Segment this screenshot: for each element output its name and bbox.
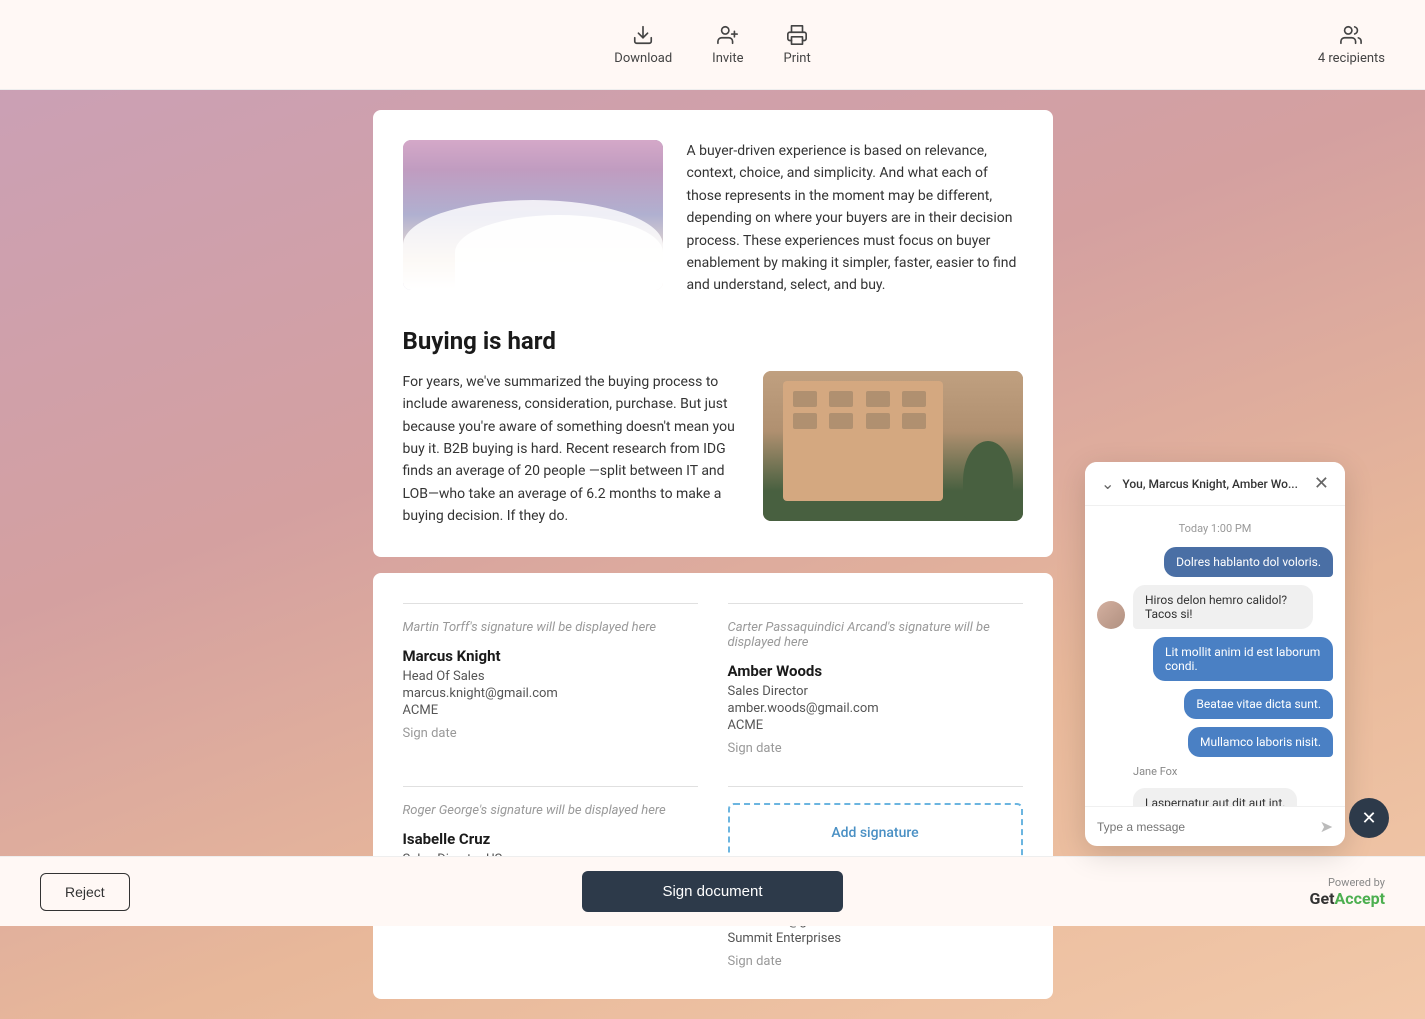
window-2 xyxy=(829,391,853,407)
invite-label: Invite xyxy=(712,51,743,66)
window-1 xyxy=(793,391,817,407)
sig2-role: Sales Director xyxy=(728,684,1023,699)
bubble-5: Mullamco laboris nisit. xyxy=(1188,727,1333,757)
intro-text: A buyer-driven experience is based on re… xyxy=(687,140,1023,297)
chat-collapse-icon[interactable]: ⌄ xyxy=(1101,474,1114,493)
window-3 xyxy=(866,391,890,407)
bubble-6: Laspernatur aut dit aut int. xyxy=(1133,788,1297,806)
sig3-placeholder: Roger George's signature will be display… xyxy=(403,803,698,818)
tree-visual xyxy=(963,441,1013,521)
message-2: Hiros delon hemro calidol? Tacos si! xyxy=(1097,585,1333,629)
cloud-shape-2 xyxy=(455,215,663,290)
send-icon[interactable]: ➤ xyxy=(1320,817,1333,836)
add-signature-button[interactable]: Add signature xyxy=(728,803,1023,863)
chat-body: Today 1:00 PM Dolres hablanto dol volori… xyxy=(1085,506,1345,806)
building-visual xyxy=(763,371,1023,521)
bottom-bar: Reject Sign document Powered by GetAccep… xyxy=(0,856,1425,926)
sig1-date: Sign date xyxy=(403,726,698,741)
message-3: Lit mollit anim id est laborum condi. xyxy=(1097,637,1333,681)
reject-button[interactable]: Reject xyxy=(40,873,130,911)
invite-button[interactable]: Invite xyxy=(712,23,743,66)
recipients-button[interactable]: 4 recipients xyxy=(1318,23,1385,66)
signature-card: Martin Torff's signature will be display… xyxy=(373,573,1053,999)
print-button[interactable]: Print xyxy=(784,23,811,66)
powered-by: Powered by GetAccept xyxy=(1310,876,1385,908)
sig1-placeholder: Martin Torff's signature will be display… xyxy=(403,620,698,635)
window-5 xyxy=(793,413,817,429)
float-close-icon: ✕ xyxy=(1361,808,1376,829)
intro-top: A buyer-driven experience is based on re… xyxy=(403,140,1023,297)
message-5: Mullamco laboris nisit. xyxy=(1097,727,1333,757)
sig1-name: Marcus Knight xyxy=(403,647,698,665)
sig2-name: Amber Woods xyxy=(728,662,1023,680)
recipients-icon xyxy=(1339,23,1363,47)
cloud-image xyxy=(403,140,663,290)
jane-fox-label: Jane Fox xyxy=(1097,765,1333,780)
section-row: For years, we've summarized the buying p… xyxy=(403,371,1023,528)
sig2-company: ACME xyxy=(728,718,1023,733)
building-image xyxy=(763,371,1023,521)
chat-timestamp: Today 1:00 PM xyxy=(1097,522,1333,535)
float-close-button[interactable]: ✕ xyxy=(1349,798,1389,838)
message-6: Laspernatur aut dit aut int. xyxy=(1097,788,1333,806)
print-icon xyxy=(785,23,809,47)
intro-card: A buyer-driven experience is based on re… xyxy=(373,110,1053,557)
bubble-3: Lit mollit anim id est laborum condi. xyxy=(1153,637,1333,681)
message-1: Dolres hablanto dol voloris. xyxy=(1097,547,1333,577)
recipients-label: 4 recipients xyxy=(1318,51,1385,66)
sig2-placeholder: Carter Passaquindici Arcand's signature … xyxy=(728,620,1023,650)
chat-header-left: ⌄ You, Marcus Knight, Amber Wo... xyxy=(1101,474,1298,493)
chat-close-button[interactable]: ✕ xyxy=(1314,475,1329,493)
chat-input[interactable] xyxy=(1097,820,1312,834)
sig-block-2: Carter Passaquindici Arcand's signature … xyxy=(728,603,1023,756)
section-text: For years, we've summarized the buying p… xyxy=(403,371,739,528)
avatar-2 xyxy=(1097,601,1125,629)
toolbar: Download Invite Print xyxy=(0,0,1425,90)
get-accept-logo: GetAccept xyxy=(1310,889,1385,908)
sig1-email: marcus.knight@gmail.com xyxy=(403,686,698,701)
sig2-date: Sign date xyxy=(728,741,1023,756)
sender-name-jane: Jane Fox xyxy=(1133,765,1333,778)
download-button[interactable]: Download xyxy=(614,23,672,66)
add-signature-label: Add signature xyxy=(831,825,918,841)
sig4-date: Sign date xyxy=(728,954,1023,969)
window-4 xyxy=(902,391,926,407)
bubble-2: Hiros delon hemro calidol? Tacos si! xyxy=(1133,585,1313,629)
print-label: Print xyxy=(784,51,811,66)
sig-block-1: Martin Torff's signature will be display… xyxy=(403,603,698,756)
invite-icon xyxy=(716,23,740,47)
sign-document-button[interactable]: Sign document xyxy=(582,871,842,912)
download-label: Download xyxy=(614,51,672,66)
chat-title: You, Marcus Knight, Amber Wo... xyxy=(1122,477,1298,491)
chat-footer: ➤ xyxy=(1085,806,1345,846)
section-title: Buying is hard xyxy=(403,327,1023,355)
sig2-email: amber.woods@gmail.com xyxy=(728,701,1023,716)
sig3-name: Isabelle Cruz xyxy=(403,830,698,848)
chat-panel: ⌄ You, Marcus Knight, Amber Wo... ✕ Toda… xyxy=(1085,462,1345,846)
window-8 xyxy=(902,413,926,429)
sig1-role: Head Of Sales xyxy=(403,669,698,684)
window-6 xyxy=(829,413,853,429)
sig1-company: ACME xyxy=(403,703,698,718)
window-7 xyxy=(866,413,890,429)
sig4-company: Summit Enterprises xyxy=(728,931,1023,946)
chat-header: ⌄ You, Marcus Knight, Amber Wo... ✕ xyxy=(1085,462,1345,506)
message-4: Beatae vitae dicta sunt. xyxy=(1097,689,1333,719)
building-windows xyxy=(793,391,933,429)
powered-by-text: Powered by xyxy=(1328,876,1385,889)
bubble-4: Beatae vitae dicta sunt. xyxy=(1184,689,1333,719)
download-icon xyxy=(631,23,655,47)
toolbar-center: Download Invite Print xyxy=(614,23,810,66)
bubble-1: Dolres hablanto dol voloris. xyxy=(1164,547,1333,577)
cloud-visual xyxy=(403,140,663,290)
